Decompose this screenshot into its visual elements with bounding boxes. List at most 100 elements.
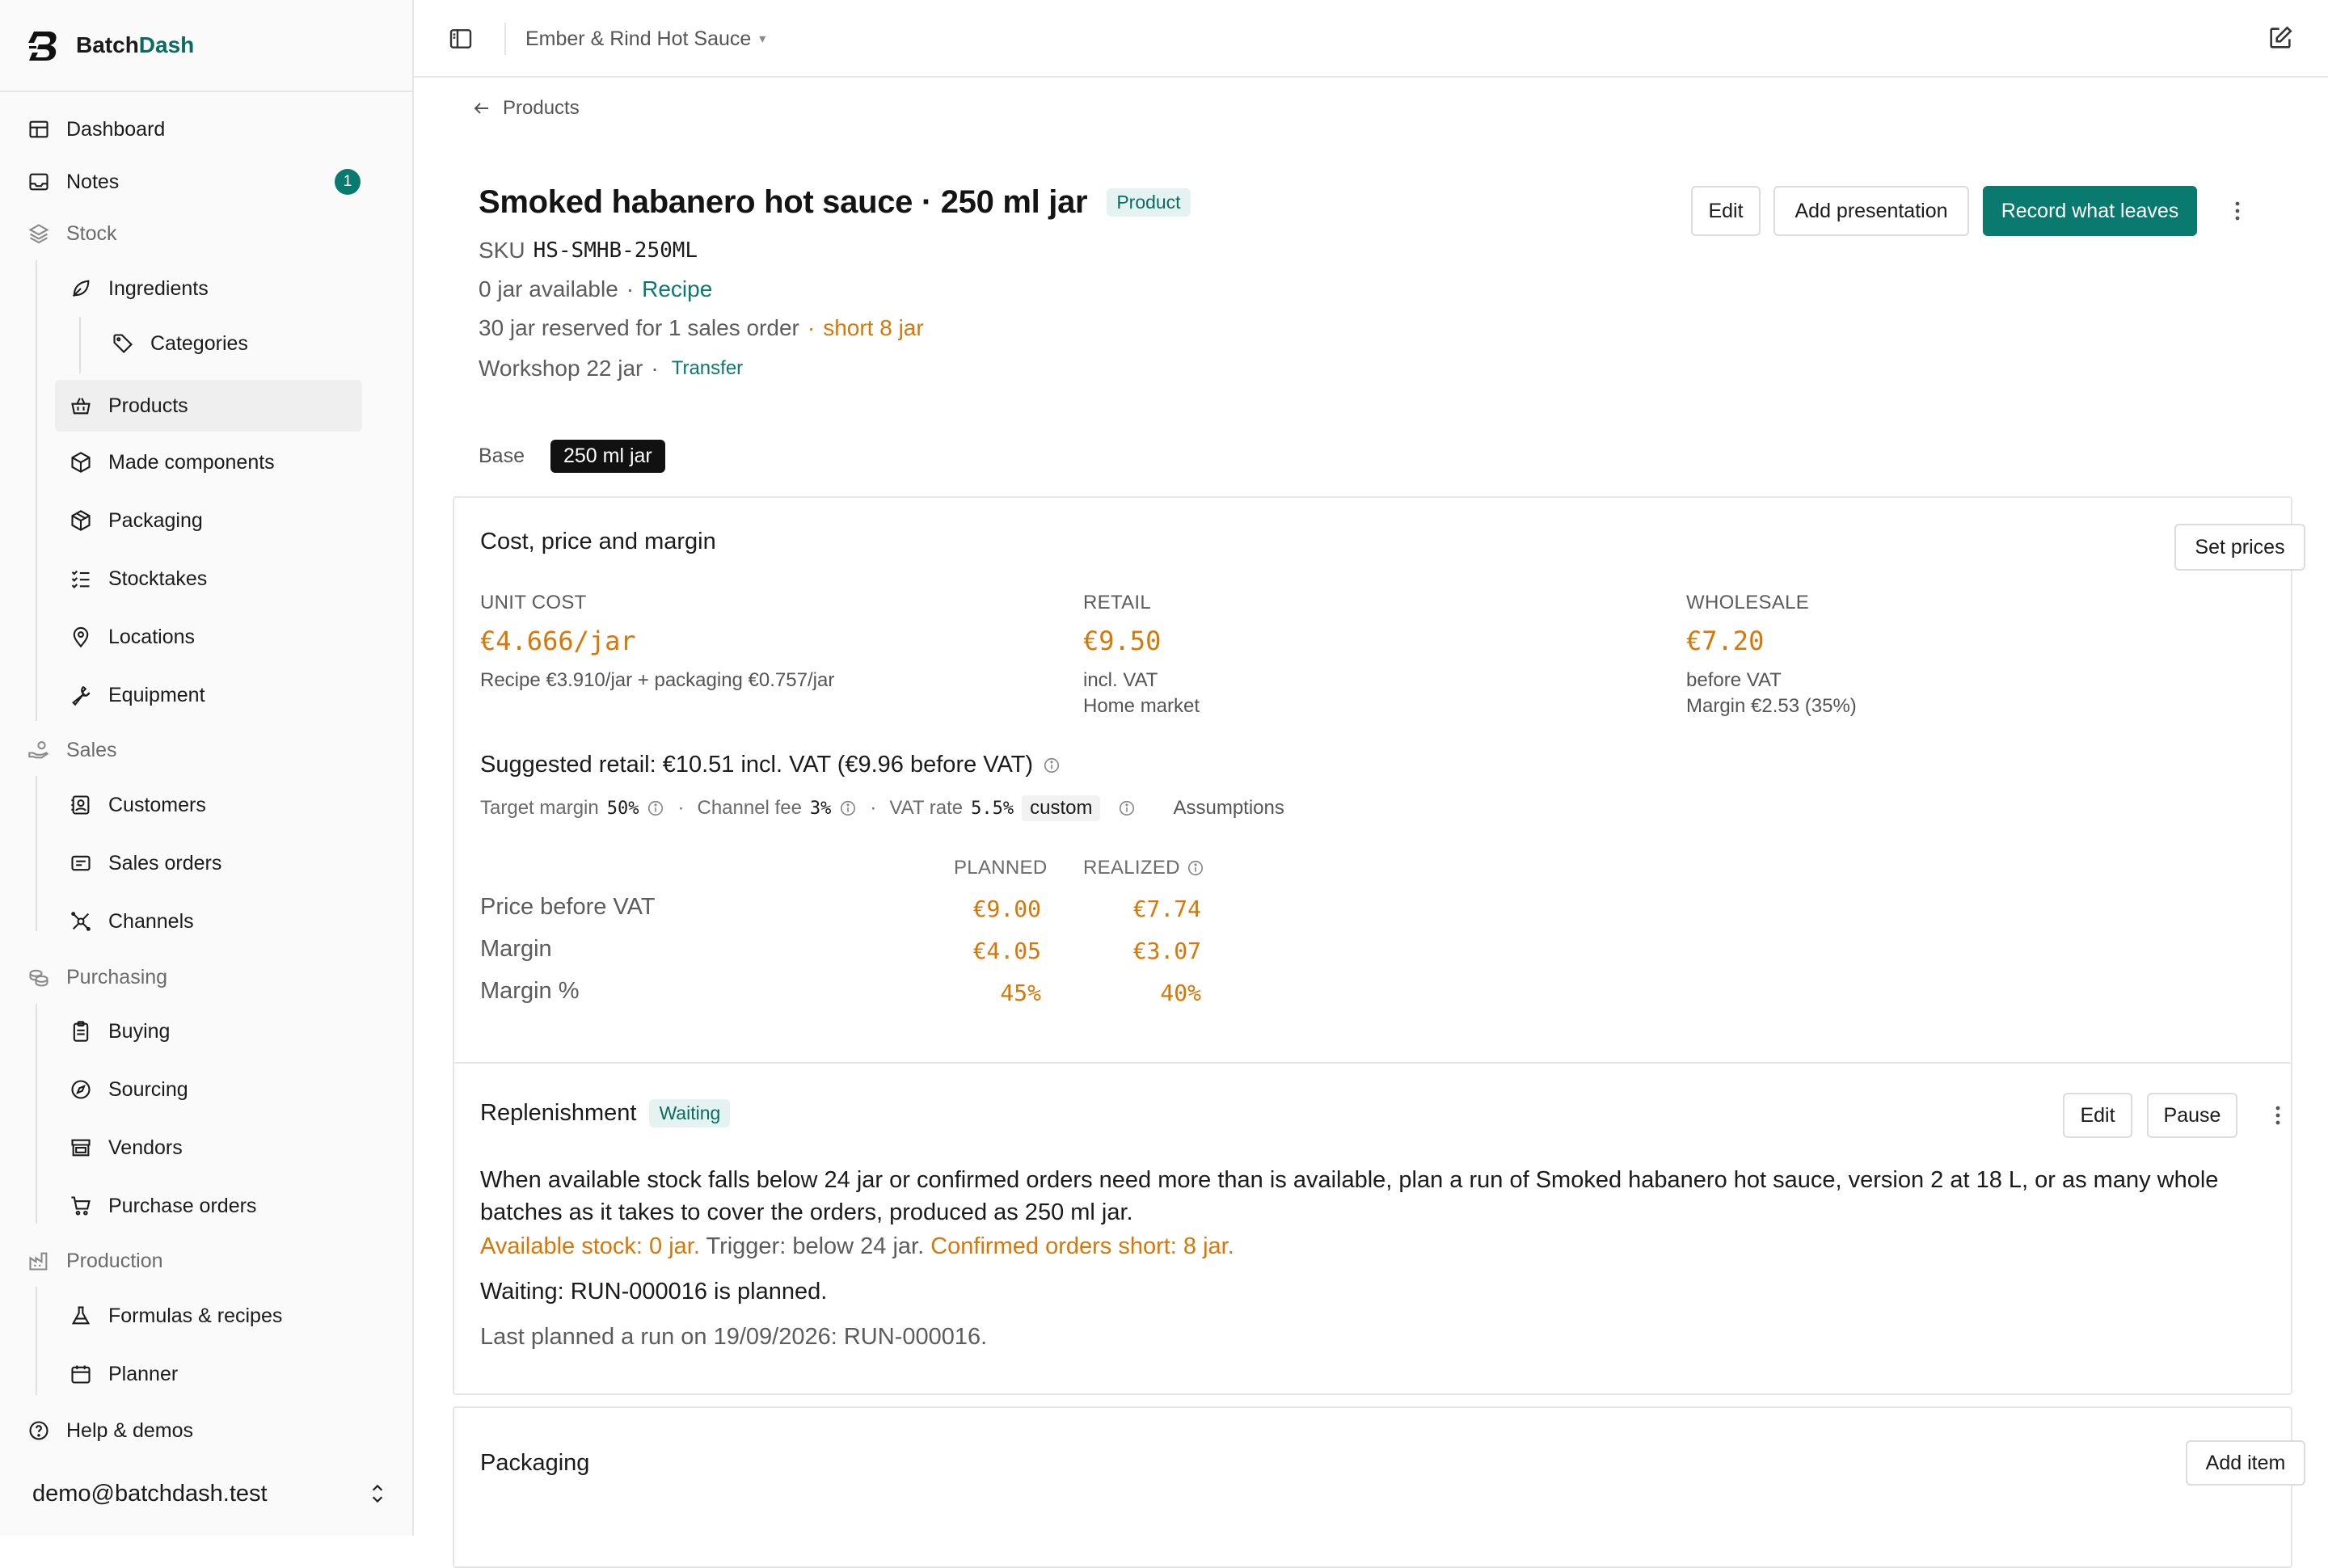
row-margin-percent-label: Margin % (480, 978, 580, 1004)
sidebar-item-purchase-orders[interactable]: Purchase orders (70, 1180, 377, 1232)
basket-icon (70, 394, 92, 417)
pricing-assumptions-row: Target margin 50% · Channel fee 3% · VAT… (480, 795, 1284, 821)
user-account-menu[interactable]: demo@batchdash.test (32, 1471, 388, 1516)
sidebar-item-label: Notes (66, 170, 120, 193)
trigger-text: Trigger: below 24 jar. (706, 1233, 925, 1259)
replenishment-status-badge: Waiting (649, 1099, 731, 1128)
sidebar-section-production[interactable]: Production (27, 1235, 383, 1287)
wholesale-vat-note: before VAT (1686, 669, 1782, 691)
short-text: short 8 jar (823, 315, 924, 340)
sidebar-section-purchasing[interactable]: Purchasing (27, 951, 383, 1003)
channel-fee-label: Channel fee (697, 797, 802, 819)
brand[interactable]: BatchDash (27, 27, 194, 63)
sidebar-item-products[interactable]: Products (55, 380, 362, 432)
sidebar-item-label: Sales (66, 738, 117, 761)
sidebar-item-packaging[interactable]: Packaging (70, 495, 377, 546)
available-text: 0 jar available (479, 276, 618, 301)
realized-header: REALIZED (1083, 857, 1204, 879)
info-icon[interactable] (1187, 859, 1204, 877)
sidebar-item-sales-orders[interactable]: Sales orders (70, 837, 377, 889)
sidebar-item-channels[interactable]: Channels (70, 896, 377, 947)
workspace-switcher[interactable]: Ember & Rind Hot Sauce ▾ (525, 23, 765, 55)
sidebar-item-planner[interactable]: Planner (70, 1348, 377, 1400)
package-icon (70, 509, 92, 532)
sku-value: HS-SMHB-250ML (533, 238, 698, 263)
unit-cost-value: €4.666/jar (480, 626, 636, 656)
available-stock-text: Available stock: 0 jar. (480, 1233, 700, 1259)
tab-base[interactable]: Base (466, 440, 538, 473)
sidebar-item-help-demos[interactable]: Help & demos (27, 1405, 383, 1456)
sidebar-section-sales[interactable]: Sales (27, 724, 383, 776)
sidebar-item-stocktakes[interactable]: Stocktakes (70, 553, 377, 605)
wholesale-label: WHOLESALE (1686, 592, 1810, 613)
add-item-button[interactable]: Add item (2186, 1440, 2305, 1486)
sidebar-item-ingredients[interactable]: Ingredients (70, 263, 361, 314)
sidebar-toggle-icon[interactable] (448, 26, 474, 52)
layers-icon (27, 222, 50, 245)
sidebar-item-notes[interactable]: Notes 1 (27, 156, 415, 208)
wholesale-sub: before VAT Margin €2.53 (35%) (1686, 668, 1857, 719)
tree-line-production (36, 1287, 37, 1395)
replenishment-pause-button[interactable]: Pause (2147, 1093, 2237, 1138)
sidebar-item-formulas-recipes[interactable]: Formulas & recipes (70, 1290, 377, 1342)
sidebar-item-vendors[interactable]: Vendors (70, 1122, 377, 1174)
back-to-products-link[interactable]: Products (472, 97, 580, 120)
factory-icon (27, 1250, 50, 1272)
recipe-link[interactable]: Recipe (642, 276, 712, 302)
unit-cost-label: UNIT COST (480, 592, 587, 613)
sidebar-item-label: Buying (108, 1019, 171, 1043)
suggested-retail: Suggested retail: €10.51 incl. VAT (€9.9… (480, 752, 1061, 778)
add-presentation-button[interactable]: Add presentation (1773, 186, 1969, 236)
record-what-leaves-button[interactable]: Record what leaves (1983, 186, 2197, 236)
reservation-row: 30 jar reserved for 1 sales order · shor… (479, 315, 924, 341)
unit-cost-column: UNIT COST €4.666/jar Recipe €3.910/jar +… (480, 592, 834, 693)
transfer-link[interactable]: Transfer (672, 357, 743, 380)
sidebar: BatchDash Dashboard Notes 1 Stock Ingred… (0, 0, 414, 1536)
row-margin-label: Margin (480, 936, 552, 962)
sidebar-item-customers[interactable]: Customers (70, 779, 377, 831)
tab-250ml-jar[interactable]: 250 ml jar (550, 440, 665, 473)
wrench-icon (70, 684, 92, 706)
more-actions-icon[interactable] (2225, 195, 2250, 227)
notes-count-badge: 1 (335, 169, 361, 195)
unit-cost-breakdown: Recipe €3.910/jar + packaging €0.757/jar (480, 669, 835, 691)
product-type-badge: Product (1107, 188, 1191, 217)
wholesale-column: WHOLESALE €7.20 before VAT Margin €2.53 … (1686, 592, 1857, 719)
sidebar-item-label: Ingredients (108, 276, 209, 300)
sidebar-item-buying[interactable]: Buying (70, 1005, 377, 1057)
sidebar-item-locations[interactable]: Locations (70, 611, 377, 663)
replenishment-more-icon[interactable] (2266, 1099, 2290, 1132)
compose-icon[interactable] (2267, 24, 2294, 52)
retail-column: RETAIL €9.50 incl. VAT Home market (1083, 592, 1200, 719)
topbar-divider (504, 23, 506, 55)
edit-button[interactable]: Edit (1691, 186, 1761, 236)
waiting-text: Waiting: RUN-000016 is planned. (480, 1279, 828, 1305)
info-icon[interactable] (1043, 757, 1061, 774)
sidebar-item-label: Locations (108, 625, 196, 648)
retail-vat-note: incl. VAT (1083, 669, 1158, 691)
reserved-text: 30 jar reserved for 1 sales order (479, 315, 799, 340)
replenishment-edit-button[interactable]: Edit (2063, 1093, 2132, 1138)
leaf-icon (70, 277, 92, 300)
sidebar-item-label: Packaging (108, 508, 203, 532)
sidebar-item-label: Sales orders (108, 851, 222, 875)
main-content: Products Smoked habanero hot sauce · 250… (414, 78, 2328, 1568)
network-icon (70, 910, 92, 933)
info-icon[interactable] (839, 799, 857, 817)
info-icon[interactable] (1118, 799, 1136, 817)
sidebar-item-categories[interactable]: Categories (112, 318, 354, 369)
set-prices-button[interactable]: Set prices (2174, 524, 2305, 571)
sidebar-item-label: Vendors (108, 1136, 183, 1159)
sidebar-item-equipment[interactable]: Equipment (70, 669, 377, 721)
sidebar-item-made-components[interactable]: Made components (70, 436, 377, 488)
margin-percent-planned: 45% (1000, 980, 1041, 1006)
sidebar-item-sourcing[interactable]: Sourcing (70, 1064, 377, 1115)
sidebar-item-label: Formulas & recipes (108, 1304, 283, 1327)
retail-label: RETAIL (1083, 592, 1152, 613)
assumptions-link[interactable]: Assumptions (1173, 797, 1284, 820)
sidebar-section-stock[interactable]: Stock (27, 208, 383, 259)
info-icon[interactable] (647, 799, 664, 817)
sidebar-item-dashboard[interactable]: Dashboard (27, 103, 383, 155)
tag-icon (112, 332, 134, 355)
batchdash-logo-icon (28, 32, 57, 61)
